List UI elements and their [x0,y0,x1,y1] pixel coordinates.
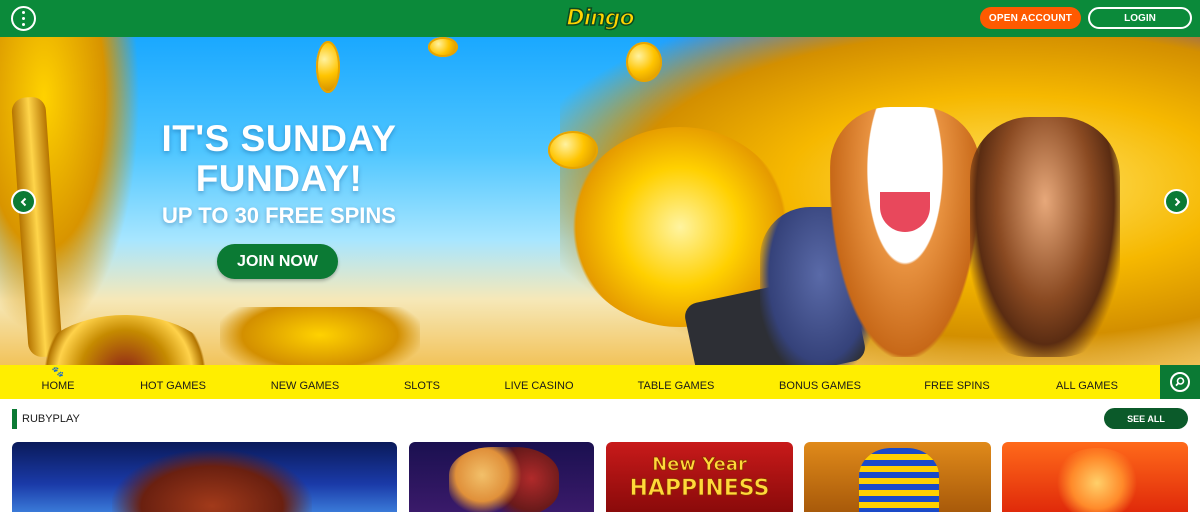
game-thumbnail-art [449,447,559,512]
game-tile-new-year-happiness[interactable]: New Year HAPPINESS [606,442,793,512]
open-account-button[interactable]: OPEN ACCOUNT [980,7,1081,29]
nav-item-label: BONUS GAMES [779,380,861,392]
nav-item-label: HOME [41,380,75,392]
see-all-button[interactable]: SEE ALL [1104,408,1188,429]
dingo-dog-character [830,107,980,357]
join-now-button[interactable]: JOIN NOW [217,244,338,279]
chevron-right-icon[interactable] [1164,189,1189,214]
pharaoh-thumbnail-art [859,448,939,512]
pirate-character [970,117,1120,357]
nav-item-label: HOT GAMES [140,380,206,392]
hero-banner[interactable]: IT'S SUNDAY FUNDAY! UP TO 30 FREE SPINS … [0,37,1200,365]
coin-decoration [626,42,662,82]
nav-item-live-casino[interactable]: LIVE CASINO [494,365,584,399]
game-title-line2: HAPPINESS [629,476,770,502]
game-thumbnail-art [1052,448,1142,512]
chevron-left-icon[interactable] [11,189,36,214]
section-accent-bar [12,409,17,429]
game-tile[interactable] [1002,442,1188,512]
palm-tree-center [220,307,420,365]
login-button[interactable]: LOGIN [1088,7,1192,29]
search-button[interactable] [1160,365,1200,399]
hero-title: IT'S SUNDAY FUNDAY! [100,119,458,199]
coin-decoration [548,131,598,169]
nav-item-all-games[interactable]: ALL GAMES [1042,365,1132,399]
hero-subtitle: UP TO 30 FREE SPINS [162,203,396,228]
section-title: RUBYPLAY [22,413,80,425]
nav-item-home[interactable]: 🐾 HOME [22,365,94,399]
nav-item-free-spins[interactable]: FREE SPINS [915,365,999,399]
top-header: Dingo OPEN ACCOUNT LOGIN [0,0,1200,37]
nav-item-table-games[interactable]: TABLE GAMES [626,365,726,399]
game-tile[interactable] [12,442,397,512]
coin-decoration [316,41,340,93]
search-icon [1170,372,1190,392]
game-thumbnail-art [112,450,312,512]
game-title-line1: New Year [652,454,748,476]
nav-item-hot-games[interactable]: HOT GAMES [128,365,218,399]
dingo-logo[interactable]: Dingo [558,3,642,33]
logo-text: Dingo [566,5,636,32]
kebab-menu-icon[interactable] [11,6,36,31]
nav-item-label: TABLE GAMES [637,380,715,392]
nav-item-label: LIVE CASINO [504,380,574,392]
nav-item-label: ALL GAMES [1056,380,1118,392]
hero-title-line2: FUNDAY! [195,158,363,199]
main-navigation: 🐾 HOME HOT GAMES NEW GAMES SLOTS LIVE CA… [0,365,1160,399]
nav-item-bonus-games[interactable]: BONUS GAMES [770,365,870,399]
game-tile[interactable] [409,442,594,512]
coin-decoration [428,37,458,57]
nav-item-slots[interactable]: SLOTS [392,365,452,399]
paw-icon: 🐾 [51,367,65,378]
game-tile[interactable] [804,442,991,512]
nav-item-label: NEW GAMES [270,380,340,392]
nav-item-label: SLOTS [403,380,441,392]
hero-title-line1: IT'S SUNDAY [161,118,397,159]
nav-item-new-games[interactable]: NEW GAMES [260,365,350,399]
nav-item-label: FREE SPINS [924,380,990,392]
